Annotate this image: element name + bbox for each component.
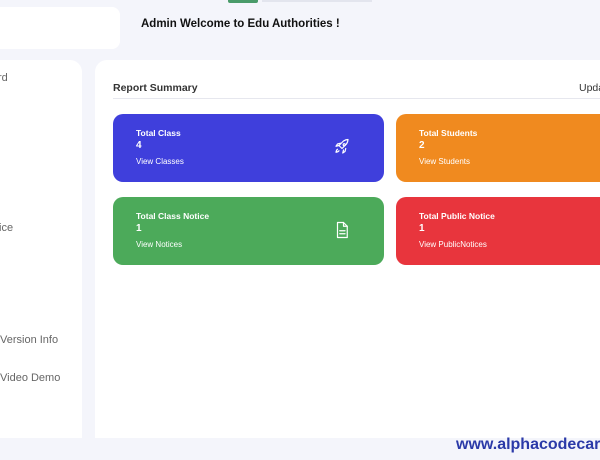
card-title: Total Class: [136, 128, 181, 138]
divider: [113, 98, 600, 99]
card-value: 4: [136, 140, 142, 151]
card-value: 1: [136, 223, 142, 234]
card-value: 1: [419, 223, 425, 234]
total-class-notice-card: Total Class Notice 1 View Notices: [113, 197, 384, 265]
total-students-card: Total Students 2 View Students: [396, 114, 600, 182]
view-public-notices-link[interactable]: View PublicNotices: [419, 240, 487, 249]
sidebar-item-notice[interactable]: tice: [0, 222, 13, 234]
main-content: Report Summary Upda Total Class 4 View C…: [95, 60, 600, 438]
card-title: Total Class Notice: [136, 211, 210, 221]
total-public-notice-card: Total Public Notice 1 View PublicNotices: [396, 197, 600, 265]
view-students-link[interactable]: View Students: [419, 157, 470, 166]
card-title: Total Students: [419, 128, 478, 138]
welcome-message: Admin Welcome to Edu Authorities !: [141, 18, 340, 30]
sidebar-item-version-info[interactable]: Version Info: [0, 334, 58, 346]
card-title: Total Public Notice: [419, 211, 495, 221]
watermark: www.alphacodecar: [456, 436, 600, 453]
report-summary-title: Report Summary: [113, 82, 198, 94]
view-notices-link[interactable]: View Notices: [136, 240, 182, 249]
view-classes-link[interactable]: View Classes: [136, 157, 184, 166]
top-tab-track: [262, 0, 372, 2]
total-class-card: Total Class 4 View Classes: [113, 114, 384, 182]
file-icon: [336, 221, 348, 239]
update-link[interactable]: Upda: [579, 82, 600, 94]
rocket-icon: [335, 138, 349, 154]
sidebar-item-dashboard[interactable]: rd: [0, 72, 8, 84]
top-tab-indicator: [228, 0, 258, 3]
logo-box: [0, 7, 120, 49]
sidebar: rd tice Version Info Video Demo: [0, 60, 82, 438]
card-value: 2: [419, 140, 425, 151]
sidebar-item-video-demo[interactable]: Video Demo: [0, 372, 60, 384]
